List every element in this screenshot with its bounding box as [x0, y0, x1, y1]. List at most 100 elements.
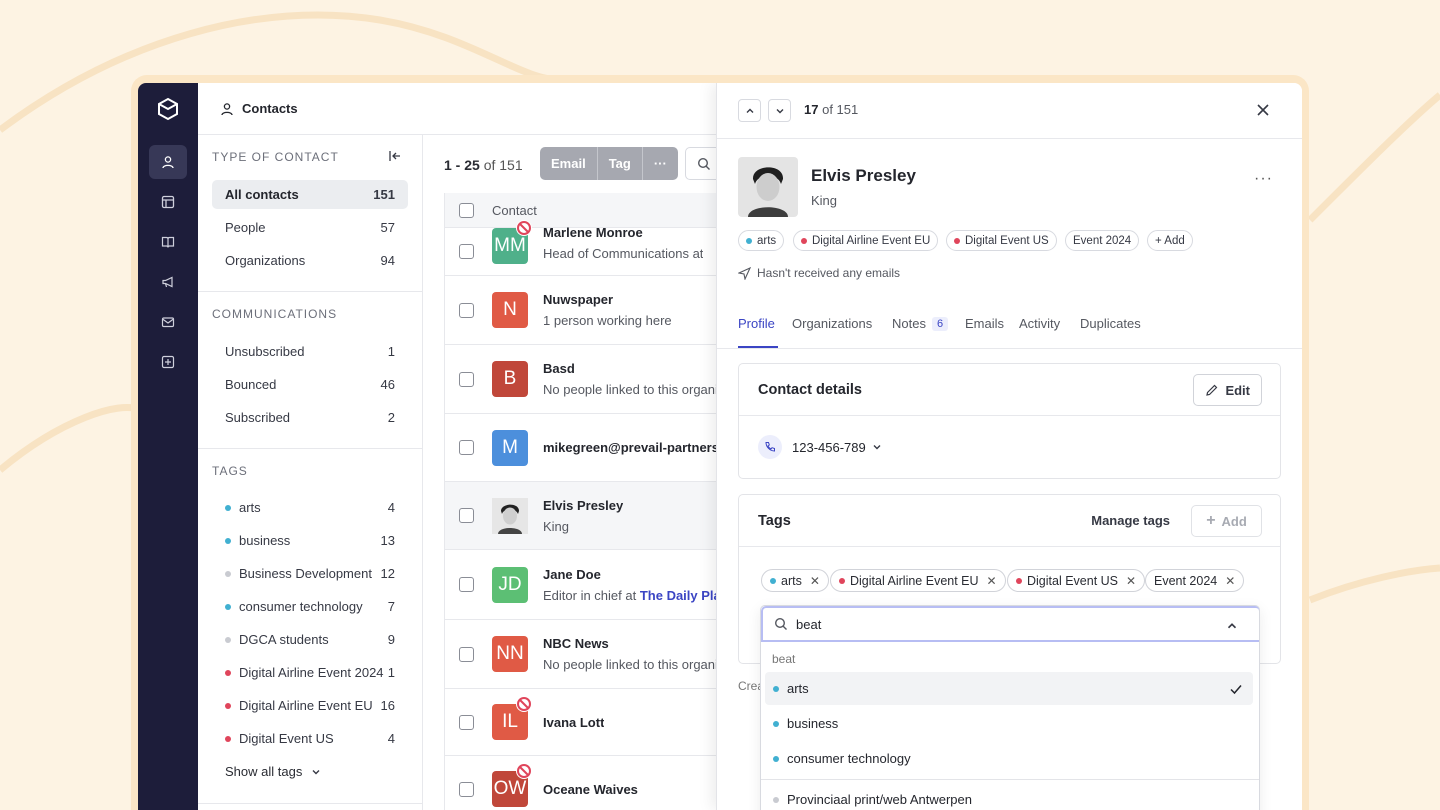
plus-icon: +	[1206, 512, 1216, 529]
tag-color-dot	[954, 237, 960, 244]
filter-bounced[interactable]: Bounced 46	[212, 370, 408, 399]
row-checkbox[interactable]	[459, 244, 474, 259]
add-tag-chip[interactable]: + Add	[1147, 230, 1193, 251]
unsubscribed-icon	[516, 219, 532, 236]
filter-tag[interactable]: business 13	[212, 526, 408, 555]
bulk-actions: Email Tag ···	[540, 147, 678, 180]
portrait-photo	[492, 497, 528, 534]
manage-tags-link[interactable]: Manage tags	[1091, 513, 1170, 528]
create-tag-hint: beat	[772, 652, 796, 666]
table-row[interactable]: NN NBC News No people linked to this orga…	[445, 620, 718, 689]
tab-emails[interactable]: Emails	[965, 316, 1004, 331]
tag-chip: Digital Airline Event EU ✕	[830, 569, 1006, 592]
row-checkbox[interactable]	[459, 371, 474, 387]
contacts-table: Contact MM Marlene Monroe Head of Communi…	[444, 193, 718, 810]
previous-contact-button[interactable]	[738, 99, 761, 122]
result-range: 1 - 25 of 151	[444, 157, 523, 173]
filter-tag[interactable]: consumer technology 7	[212, 592, 408, 621]
tag-color-dot	[801, 237, 807, 244]
page-header: Contacts	[198, 83, 718, 135]
select-all-checkbox[interactable]	[459, 202, 474, 218]
table-row-selected[interactable]: Elvis Presley King	[445, 482, 718, 550]
table-row[interactable]: OW Oceane Waives	[445, 756, 718, 810]
dropdown-option[interactable]: business	[765, 707, 1253, 740]
tag-color-dot	[770, 577, 776, 584]
table-row[interactable]: IL Ivana Lott	[445, 689, 718, 756]
remove-tag-icon[interactable]: ✕	[810, 574, 820, 588]
row-checkbox[interactable]	[459, 714, 474, 730]
filter-organizations[interactable]: Organizations 94	[212, 246, 408, 275]
dropdown-option[interactable]: Provinciaal print/web Antwerpen	[765, 783, 1253, 810]
dropdown-option[interactable]: consumer technology	[765, 742, 1253, 775]
filter-all-contacts[interactable]: All contacts 151	[212, 180, 408, 209]
tag-chip[interactable]: Event 2024	[1065, 230, 1140, 251]
tag-color-dot	[225, 735, 231, 742]
table-row[interactable]: JD Jane Doe Editor in chief at The Daily …	[445, 550, 718, 620]
tab-organizations[interactable]: Organizations	[792, 316, 872, 331]
close-icon[interactable]	[1255, 102, 1271, 118]
row-checkbox[interactable]	[459, 508, 474, 523]
filter-subscribed[interactable]: Subscribed 2	[212, 403, 408, 432]
avatar: B	[492, 361, 528, 397]
mail-icon	[161, 317, 175, 328]
tab-profile[interactable]: Profile	[738, 316, 775, 331]
filter-tag[interactable]: Digital Airline Event EU 16	[212, 691, 408, 720]
organization-link[interactable]: The Daily Planet	[640, 588, 718, 603]
show-all-tags-button[interactable]: Show all tags	[225, 764, 322, 779]
next-contact-button[interactable]	[768, 99, 791, 122]
email-button[interactable]: Email	[540, 147, 598, 180]
remove-tag-icon[interactable]: ✕	[1225, 574, 1235, 588]
rail-layout[interactable]	[149, 185, 187, 219]
rail-book[interactable]	[149, 225, 187, 259]
remove-tag-icon[interactable]: ✕	[1126, 574, 1136, 588]
filter-tag[interactable]: Digital Airline Event 2024 1	[212, 658, 408, 687]
collapse-sidebar-icon[interactable]	[388, 149, 402, 163]
nav-rail	[138, 83, 198, 810]
tag-chip[interactable]: arts	[738, 230, 785, 251]
row-checkbox[interactable]	[459, 646, 474, 662]
chevron-up-icon[interactable]	[1225, 619, 1239, 633]
rail-mail[interactable]	[149, 305, 187, 339]
tab-activity[interactable]: Activity	[1019, 316, 1060, 331]
filter-tag[interactable]: Digital Event US 4	[212, 724, 408, 753]
more-actions-button[interactable]: ···	[643, 147, 678, 180]
row-checkbox[interactable]	[459, 577, 474, 592]
row-checkbox[interactable]	[459, 302, 474, 318]
section-title-tags: TAGS	[212, 464, 248, 478]
chevron-down-icon	[776, 108, 783, 113]
table-row[interactable]: M mikegreen@prevail-partners.com	[445, 414, 718, 482]
table-row[interactable]: B BasdNo people linked to this organizat…	[445, 345, 718, 414]
filter-people[interactable]: People 57	[212, 213, 408, 242]
row-checkbox[interactable]	[459, 781, 474, 797]
row-checkbox[interactable]	[459, 440, 474, 455]
email-status: Hasn't received any emails	[738, 266, 900, 280]
tab-notes[interactable]: Notes 6	[892, 316, 949, 331]
app-logo-icon	[158, 97, 178, 121]
tag-color-dot	[773, 720, 779, 727]
tag-search-input[interactable]: beat	[761, 606, 1259, 642]
table-row[interactable]: N Nuwspaper 1 person working here	[445, 276, 718, 345]
tag-color-dot	[225, 570, 231, 577]
edit-button[interactable]: Edit	[1193, 374, 1262, 406]
remove-tag-icon[interactable]: ✕	[987, 574, 997, 588]
filter-tag[interactable]: arts 4	[212, 493, 408, 522]
filter-tag[interactable]: Business Development 12	[212, 559, 408, 588]
tag-chip[interactable]: Digital Event US	[946, 230, 1057, 251]
layout-icon	[161, 195, 175, 209]
tag-chip[interactable]: Digital Airline Event EU	[793, 230, 939, 251]
tab-duplicates[interactable]: Duplicates	[1080, 316, 1141, 331]
avatar: OW	[492, 763, 532, 807]
filter-tag[interactable]: DGCA students 9	[212, 625, 408, 654]
dropdown-option[interactable]: arts	[765, 672, 1253, 705]
more-options-button[interactable]: ···	[1254, 170, 1273, 188]
filter-unsubscribed[interactable]: Unsubscribed 1	[212, 337, 408, 366]
contact-name: Elvis Presley	[811, 166, 916, 185]
phone-number[interactable]: 123-456-789	[758, 435, 882, 459]
rail-campaigns[interactable]	[149, 265, 187, 299]
tag-button[interactable]: Tag	[598, 147, 643, 180]
rail-add[interactable]	[149, 345, 187, 379]
add-tag-button[interactable]: + Add	[1191, 505, 1262, 537]
tag-color-dot	[225, 504, 231, 511]
rail-contacts[interactable]	[149, 145, 187, 179]
table-row[interactable]: MM Marlene Monroe Head of Communications …	[445, 219, 718, 276]
